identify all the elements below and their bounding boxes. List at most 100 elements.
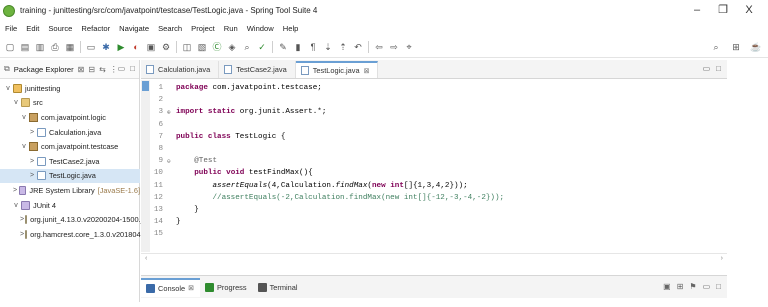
- code-line[interactable]: 12 //assertEquals(-2,Calculation.findMax…: [141, 192, 721, 204]
- external-tools-icon[interactable]: ⚙: [160, 41, 172, 53]
- code-line[interactable]: 14}: [141, 216, 721, 228]
- console-maximize-icon[interactable]: □: [716, 282, 721, 291]
- tree-item[interactable]: v com.javatpoint.testcase: [0, 139, 140, 154]
- collapse-icon[interactable]: >: [28, 172, 36, 179]
- tree-item[interactable]: v src: [0, 96, 140, 111]
- editor-maximize-icon[interactable]: □: [716, 64, 721, 73]
- pin-editor-icon[interactable]: ⌖: [403, 41, 415, 53]
- server-icon[interactable]: ▣: [145, 41, 157, 53]
- next-annotation-icon[interactable]: ⇣: [322, 41, 334, 53]
- tree-item[interactable]: > org.hamcrest.core_1.3.0.v20180420-: [0, 227, 151, 242]
- save-all-icon[interactable]: ▥: [34, 41, 46, 53]
- code-line[interactable]: 8: [141, 143, 721, 155]
- minimize-view-icon[interactable]: ▭: [118, 64, 126, 73]
- collapse-icon[interactable]: >: [20, 216, 24, 223]
- mark-occurrences-icon[interactable]: ✎: [277, 41, 289, 53]
- tree-item[interactable]: v JUnit 4: [0, 198, 140, 213]
- show-whitespace-icon[interactable]: ¶: [307, 41, 319, 53]
- tab-close-icon[interactable]: ⊠: [364, 67, 370, 75]
- new-package-icon[interactable]: ▧: [196, 41, 208, 53]
- code-line[interactable]: 11 assertEquals(4,Calculation.findMax(ne…: [141, 180, 721, 192]
- tree-item[interactable]: v com.javatpoint.logic: [0, 110, 140, 125]
- tab-progress[interactable]: Progress: [200, 278, 253, 297]
- console-minimize-icon[interactable]: ▭: [703, 282, 711, 291]
- menu-source[interactable]: Source: [48, 24, 72, 33]
- collapse-icon[interactable]: >: [28, 129, 36, 136]
- menu-navigate[interactable]: Navigate: [119, 24, 149, 33]
- terminal-icon[interactable]: ▭: [85, 41, 97, 53]
- forward-icon[interactable]: ⇨: [388, 41, 400, 53]
- close-button[interactable]: X: [736, 2, 762, 18]
- tree-item[interactable]: > TestLogic.java: [0, 168, 140, 184]
- tab-close-icon[interactable]: ⊠: [188, 284, 194, 292]
- menu-search[interactable]: Search: [158, 24, 182, 33]
- last-edit-icon[interactable]: ↶: [352, 41, 364, 53]
- tab-testlogic-java[interactable]: TestLogic.java ⊠: [295, 61, 379, 78]
- debug-icon[interactable]: ✱: [100, 41, 112, 53]
- menu-help[interactable]: Help: [283, 24, 299, 33]
- tree-item[interactable]: > TestCase2.java: [0, 154, 140, 169]
- open-type-icon[interactable]: ◈: [226, 41, 238, 53]
- console-pin-icon[interactable]: ⚑: [689, 282, 696, 291]
- expand-icon[interactable]: v: [4, 85, 12, 92]
- search-icon[interactable]: ⌕: [241, 41, 253, 53]
- new-class-icon[interactable]: Ⓒ: [211, 41, 223, 53]
- scroll-right-icon[interactable]: ›: [721, 255, 723, 262]
- scroll-left-icon[interactable]: ‹: [145, 255, 147, 262]
- quick-access-icon[interactable]: ⌕: [710, 41, 722, 53]
- code-line[interactable]: 9 ⊖ @Test: [141, 155, 721, 167]
- tree-item[interactable]: > JRE System Library [JavaSE-1.6]: [0, 183, 140, 198]
- print-icon[interactable]: ⎙: [49, 41, 61, 53]
- expand-icon[interactable]: v: [20, 143, 28, 150]
- collapse-icon[interactable]: >: [28, 158, 36, 165]
- collapse-icon[interactable]: >: [12, 187, 18, 194]
- coverage-icon[interactable]: ◐: [130, 41, 142, 53]
- prev-annotation-icon[interactable]: ⇡: [337, 41, 349, 53]
- view-menu-icon[interactable]: ⋮: [110, 65, 118, 74]
- new-java-project-icon[interactable]: ◫: [181, 41, 193, 53]
- maximize-button[interactable]: ❐: [710, 2, 736, 18]
- tree-item[interactable]: > Calculation.java: [0, 125, 140, 140]
- build-icon[interactable]: ▦: [64, 41, 76, 53]
- maximize-view-icon[interactable]: □: [130, 64, 135, 73]
- tab-testcase2-java[interactable]: TestCase2.java: [219, 61, 296, 78]
- code-line[interactable]: 10 public void testFindMax(){: [141, 167, 721, 179]
- code-line[interactable]: 3 ⊕ import static org.junit.Assert.*;: [141, 106, 721, 118]
- menu-window[interactable]: Window: [247, 24, 274, 33]
- collapse-icon[interactable]: >: [20, 231, 24, 238]
- package-explorer-close-icon[interactable]: ⊠: [78, 65, 85, 74]
- menu-project[interactable]: Project: [191, 24, 215, 33]
- expand-icon[interactable]: v: [12, 99, 20, 106]
- minimize-button[interactable]: –: [684, 2, 710, 18]
- menu-run[interactable]: Run: [224, 24, 238, 33]
- tab-console[interactable]: Console ⊠: [141, 277, 200, 297]
- code-line[interactable]: 6: [141, 119, 721, 131]
- package-explorer-title[interactable]: Package Explorer: [14, 65, 74, 74]
- run-icon[interactable]: ▶: [115, 41, 127, 53]
- console-open-icon[interactable]: ⊞: [677, 282, 684, 291]
- back-icon[interactable]: ⇦: [373, 41, 385, 53]
- code-line[interactable]: 7 public class TestLogic {: [141, 131, 721, 143]
- save-icon[interactable]: ▤: [19, 41, 31, 53]
- expand-icon[interactable]: v: [12, 202, 20, 209]
- link-with-editor-icon[interactable]: ⇆: [99, 65, 106, 74]
- new-icon[interactable]: ▢: [4, 41, 16, 53]
- tab-terminal[interactable]: Terminal: [253, 278, 304, 297]
- menu-edit[interactable]: Edit: [26, 24, 39, 33]
- collapse-all-icon[interactable]: ⊟: [88, 65, 95, 74]
- toggle-block-icon[interactable]: ▮: [292, 41, 304, 53]
- task-icon[interactable]: ✓: [256, 41, 268, 53]
- code-editor[interactable]: 1 package com.javatpoint.testcase; 2 3 ⊕ impo…: [141, 80, 727, 252]
- console-display-selected-icon[interactable]: ▣: [663, 282, 671, 291]
- tree-item[interactable]: > org.junit_4.13.0.v20200204-1500.jar: [0, 212, 149, 227]
- menu-refactor[interactable]: Refactor: [81, 24, 110, 33]
- tree-item[interactable]: v junittesting: [0, 81, 140, 96]
- open-perspective-icon[interactable]: ⊞: [730, 41, 742, 53]
- expand-icon[interactable]: v: [20, 114, 28, 121]
- code-line[interactable]: 13 }: [141, 204, 721, 216]
- code-line[interactable]: 1 package com.javatpoint.testcase;: [141, 82, 721, 94]
- editor-minimize-icon[interactable]: ▭: [703, 64, 711, 73]
- tab-calculation-java[interactable]: Calculation.java: [141, 61, 220, 78]
- code-line[interactable]: 15: [141, 228, 721, 240]
- horizontal-scrollbar[interactable]: ‹ ›: [141, 253, 727, 264]
